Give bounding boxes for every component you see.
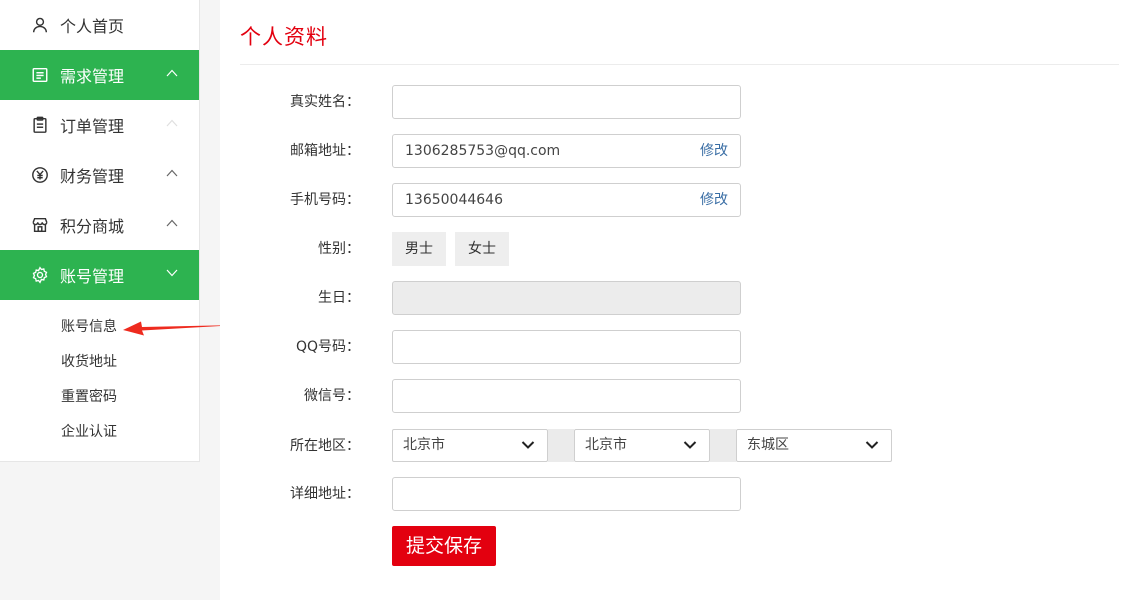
submenu-item-enterprise-verify[interactable]: 企业认证 <box>0 415 199 450</box>
main-panel: 个人资料 真实姓名： 邮箱地址： 1306285753@qq.com 修改 手机… <box>220 0 1139 600</box>
chevron-up-icon <box>165 116 179 130</box>
phone-field: 13650044646 修改 <box>392 183 741 217</box>
province-select[interactable]: 北京市 <box>392 429 548 462</box>
email-label: 邮箱地址： <box>290 143 360 159</box>
gear-icon <box>30 265 50 285</box>
sidebar-item-points-mall[interactable]: 积分商城 <box>0 200 199 250</box>
phone-modify-link[interactable]: 修改 <box>700 184 728 216</box>
email-value: 1306285753@qq.com <box>405 143 561 159</box>
birthday-input[interactable] <box>392 281 741 315</box>
submenu-item-shipping-address[interactable]: 收货地址 <box>0 345 199 380</box>
email-modify-link[interactable]: 修改 <box>700 135 728 167</box>
chevron-down-icon <box>865 440 879 450</box>
real-name-label: 真实姓名： <box>290 94 360 110</box>
sidebar-item-account[interactable]: 账号管理 <box>0 250 199 300</box>
chevron-down-icon <box>165 266 179 280</box>
form-row-gender: 性别： 男士 女士 <box>220 232 1139 266</box>
chevron-up-icon <box>165 216 179 230</box>
sidebar-item-finance[interactable]: 财务管理 <box>0 150 199 200</box>
user-icon <box>30 15 50 35</box>
region-label: 所在地区： <box>290 438 360 454</box>
city-value: 北京市 <box>585 437 627 453</box>
qq-label: QQ号码： <box>295 339 360 355</box>
page-title: 个人资料 <box>240 25 328 49</box>
gender-male-button[interactable]: 男士 <box>392 232 446 266</box>
sidebar-item-home[interactable]: 个人首页 <box>0 0 199 50</box>
form-row-wechat: 微信号： <box>220 379 1139 413</box>
form-row-qq: QQ号码： <box>220 330 1139 364</box>
gender-label: 性别： <box>318 241 360 257</box>
sidebar-item-label: 个人首页 <box>60 17 125 36</box>
submit-save-button[interactable]: 提交保存 <box>392 526 496 566</box>
email-field: 1306285753@qq.com 修改 <box>392 134 741 168</box>
form-row-email: 邮箱地址： 1306285753@qq.com 修改 <box>220 134 1139 168</box>
submenu-item-reset-password[interactable]: 重置密码 <box>0 380 199 415</box>
sidebar-item-orders[interactable]: 订单管理 <box>0 100 199 150</box>
sidebar-item-demand[interactable]: 需求管理 <box>0 50 199 100</box>
form-row-phone: 手机号码： 13650044646 修改 <box>220 183 1139 217</box>
wechat-input[interactable] <box>392 379 741 413</box>
form-row-region: 所在地区： 北京市 北京市 东城区 <box>220 429 1139 463</box>
divider <box>240 64 1119 65</box>
form-row-address: 详细地址： <box>220 477 1139 511</box>
qq-input[interactable] <box>392 330 741 364</box>
gender-female-button[interactable]: 女士 <box>455 232 509 266</box>
wechat-label: 微信号： <box>304 388 360 404</box>
province-value: 北京市 <box>403 437 445 453</box>
chevron-up-icon <box>165 166 179 180</box>
list-icon <box>30 65 50 85</box>
city-select[interactable]: 北京市 <box>574 429 710 462</box>
phone-value: 13650044646 <box>405 192 503 208</box>
real-name-input[interactable] <box>392 85 741 119</box>
birthday-label: 生日： <box>318 290 360 306</box>
address-label: 详细地址： <box>290 486 360 502</box>
chevron-up-icon <box>165 66 179 80</box>
clipboard-icon <box>30 115 50 135</box>
select-spacer <box>548 429 574 462</box>
store-icon <box>30 215 50 235</box>
chevron-down-icon <box>521 440 535 450</box>
sidebar-item-label: 财务管理 <box>60 167 125 186</box>
sidebar-item-label: 需求管理 <box>60 67 125 86</box>
phone-label: 手机号码： <box>290 192 360 208</box>
form-row-birthday: 生日： <box>220 281 1139 315</box>
sidebar-item-label: 订单管理 <box>60 117 125 136</box>
sidebar: 个人首页 需求管理 订单管理 财务管理 积分商城 账号管理 账号信息 收货地址 … <box>0 0 200 462</box>
select-spacer <box>710 429 736 462</box>
chevron-down-icon <box>683 440 697 450</box>
address-input[interactable] <box>392 477 741 511</box>
sidebar-item-label: 账号管理 <box>60 267 125 286</box>
yen-icon <box>30 165 50 185</box>
sidebar-item-label: 积分商城 <box>60 217 125 236</box>
form-row-real-name: 真实姓名： <box>220 85 1139 119</box>
district-value: 东城区 <box>747 437 789 453</box>
district-select[interactable]: 东城区 <box>736 429 892 462</box>
